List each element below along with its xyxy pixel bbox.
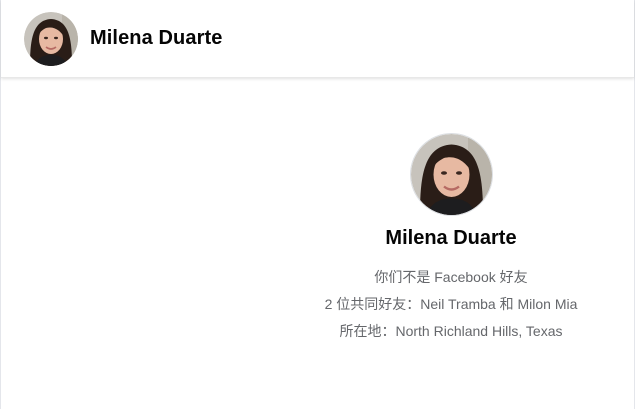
avatar-icon[interactable] [24, 11, 78, 66]
profile-card: Milena Duarte 你们不是 Facebook 好友 2 位共同好友：N… [301, 134, 601, 345]
profile-preview-window: Milena Duarte Milena Duarte 你们不是 Faceboo… [0, 0, 635, 409]
profile-name[interactable]: Milena Duarte [385, 227, 516, 250]
header-name[interactable]: Milena Duarte [90, 27, 222, 50]
profile-header: Milena Duarte [1, 0, 634, 78]
mutual-friends-text: 2 位共同好友：Neil Tramba 和 Milon Mia [324, 296, 578, 312]
profile-avatar-icon[interactable] [410, 134, 492, 215]
friend-status-text: 你们不是 Facebook 好友 [374, 269, 528, 285]
location-text: 所在地：North Richland Hills, Texas [339, 323, 563, 339]
profile-info: 你们不是 Facebook 好友 2 位共同好友：Neil Tramba 和 M… [325, 264, 578, 345]
